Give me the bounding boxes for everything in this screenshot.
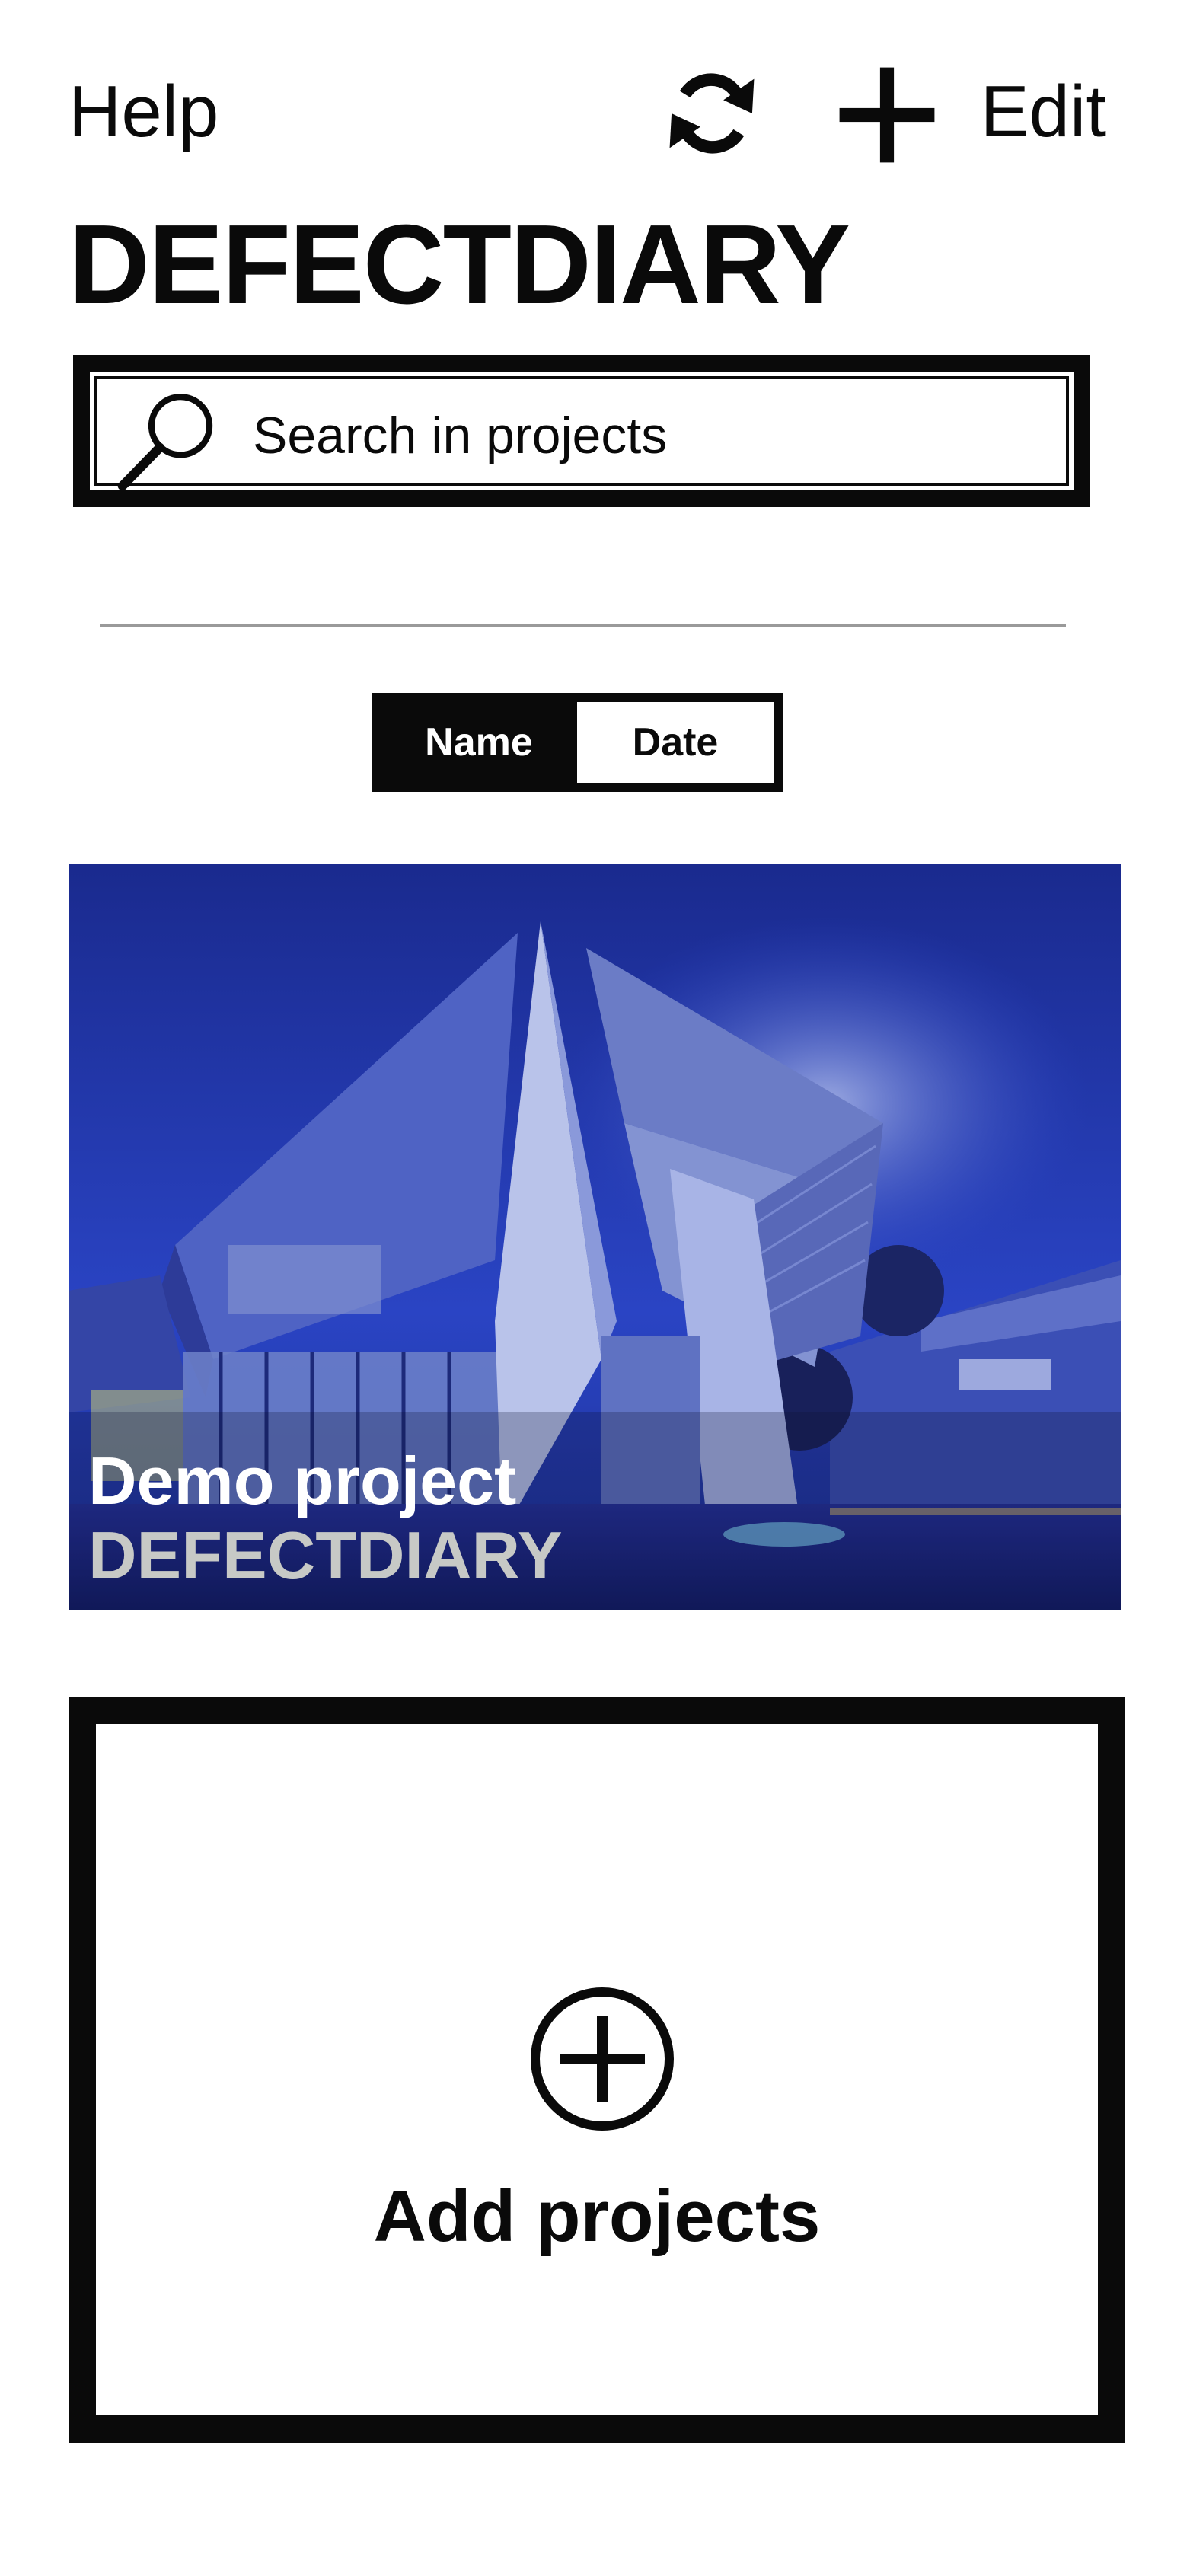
circle-plus-icon <box>531 1987 674 2131</box>
add-projects-label: Add projects <box>373 2175 821 2257</box>
add-projects-card[interactable]: Add projects <box>69 1697 1125 2443</box>
page-title: DEFECTDIARY <box>69 202 850 327</box>
sort-by-date-button[interactable]: Date <box>577 702 774 783</box>
plus-icon <box>839 67 935 163</box>
project-subtitle: DEFECTDIARY <box>88 1518 563 1593</box>
search-icon <box>117 394 213 491</box>
edit-button[interactable]: Edit <box>981 70 1106 154</box>
add-project-button[interactable] <box>837 65 936 164</box>
help-button[interactable]: Help <box>69 70 219 154</box>
project-name: Demo project <box>88 1443 517 1518</box>
sort-by-name-button[interactable]: Name <box>381 702 577 783</box>
search-placeholder: Search in projects <box>253 407 668 464</box>
sort-toggle[interactable]: Name Date <box>372 693 783 792</box>
refresh-icon <box>669 73 755 154</box>
refresh-button[interactable] <box>664 65 760 161</box>
project-card[interactable]: Demo project DEFECTDIARY <box>69 864 1121 1610</box>
divider <box>100 624 1066 627</box>
